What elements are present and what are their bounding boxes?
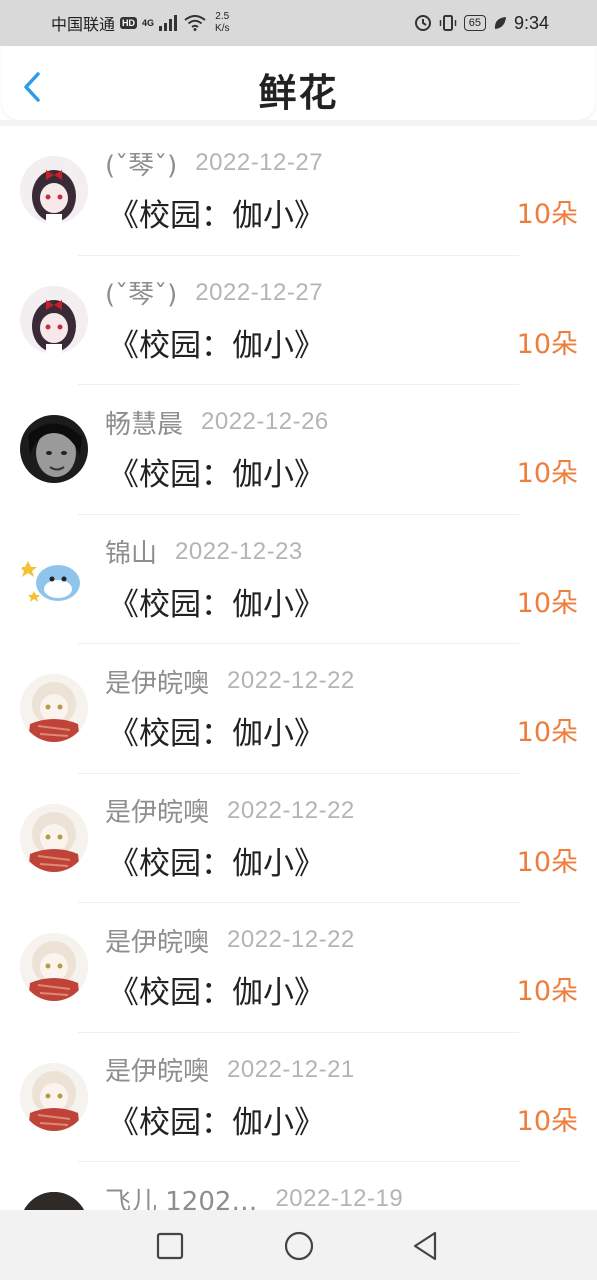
work-title[interactable]: 《校园：伽小》 [108,708,325,753]
work-title[interactable]: 《校园：伽小》 [108,1097,325,1142]
circle-icon [284,1231,314,1261]
wifi-icon [184,15,206,31]
record-meta: 畅慧晨 2022-12-26 [105,404,329,441]
record-meta: (ˇ琴ˇ) 2022-12-27 [105,145,324,182]
avatar[interactable] [20,933,88,1001]
sender-name[interactable]: 是伊皖噢 [105,1051,209,1088]
speed-unit: K/s [215,23,230,34]
flower-count: 10朵 [516,717,578,748]
avatar-image [20,1192,88,1210]
list-item[interactable]: (ˇ琴ˇ) 2022-12-27 《校园：伽小》 10朵 [0,126,597,256]
list-item[interactable]: 锦山 2022-12-23 《校园：伽小》 10朵 [0,515,597,644]
sender-name[interactable]: (ˇ琴ˇ) [105,274,177,311]
work-title[interactable]: 《校园：伽小》 [108,967,325,1012]
carrier-label: 中国联通 [51,15,116,34]
avatar[interactable] [20,674,88,742]
avatar[interactable] [20,156,88,224]
network-speed: 2.5 K/s [215,11,229,35]
avatar[interactable] [20,285,88,354]
avatar-image [20,803,88,872]
record-meta: (ˇ琴ˇ) 2022-12-27 [105,274,324,311]
home-button[interactable] [283,1230,315,1262]
list-item[interactable]: 畅慧晨 2022-12-26 《校园：伽小》 10朵 [0,385,597,515]
status-right: 65 9:34 [414,0,549,46]
record-date: 2022-12-27 [195,278,324,306]
status-left: 中国联通 HD 4G 2.5 K/s [51,0,229,46]
sender-name[interactable]: (ˇ琴ˇ) [105,145,177,182]
flower-count: 10朵 [516,587,578,619]
recent-apps-button[interactable] [154,1230,186,1262]
record-meta: 是伊皖噢 2022-12-22 [105,792,355,829]
record-date: 2022-12-22 [227,796,355,824]
sender-name[interactable]: 畅慧晨 [105,404,183,441]
avatar-image [20,285,88,354]
avatar[interactable] [20,1192,88,1210]
list-item[interactable]: 飞儿 1202…2022-12-19《校园：伽小》10朵 [0,1162,597,1210]
signal-icon [159,15,178,31]
vibrate-icon [439,15,456,31]
system-back-button[interactable] [410,1230,442,1262]
triangle-back-icon [413,1231,437,1261]
list-item[interactable]: 是伊皖噢 2022-12-22 《校园：伽小》 10朵 [0,644,597,774]
sender-name[interactable]: 是伊皖噢 [105,922,209,959]
flower-count: 10朵 [516,976,578,1007]
leaf-icon [494,17,506,29]
avatar-image [20,415,88,483]
record-meta: 是伊皖噢 2022-12-22 [105,922,355,959]
flower-count: 10朵 [516,1105,578,1137]
flower-record-list: (ˇ琴ˇ) 2022-12-27 《校园：伽小》 10朵 (ˇ琴ˇ) 2022-12-27… [0,126,597,1210]
avatar-image [20,1062,88,1131]
sender-name[interactable]: 飞儿 1202… [105,1181,257,1211]
record-meta: 是伊皖噢 2022-12-22 [105,663,355,700]
record-date: 2022-12-26 [201,408,329,435]
work-title[interactable]: 《校园：伽小》 [108,449,325,494]
sender-name[interactable]: 是伊皖噢 [105,792,209,829]
work-title[interactable]: 《校园：伽小》 [108,838,325,883]
record-date: 2022-12-22 [227,926,355,953]
work-title[interactable]: 《校园：伽小》 [108,579,325,624]
alarm-icon [414,15,431,31]
status-bar: 中国联通 HD 4G 2.5 K/s 65 9:34 [0,0,597,46]
avatar[interactable] [20,544,88,613]
avatar[interactable] [20,803,88,872]
flower-count: 10朵 [516,199,578,230]
work-title[interactable]: 《校园：伽小》 [108,320,325,365]
flower-count: 10朵 [516,328,578,360]
square-icon [156,1232,184,1260]
list-item[interactable]: (ˇ琴ˇ) 2022-12-27 《校园：伽小》 10朵 [0,256,597,385]
record-date: 2022-12-19 [275,1185,404,1210]
record-meta: 是伊皖噢 2022-12-21 [105,1051,355,1088]
avatar-image [20,544,88,613]
record-meta: 飞儿 1202… 2022-12-19 [105,1182,403,1210]
page-title: 鲜花 [258,71,339,115]
network-type: 4G [142,18,155,28]
list-item[interactable]: 是伊皖噢 2022-12-22 《校园：伽小》 10朵 [0,903,597,1033]
work-title[interactable]: 《校园：伽小》 [108,190,325,235]
app-header: 鲜花 [2,46,595,120]
hd-badge: HD [120,17,138,29]
speed-value: 2.5 [215,11,230,22]
flower-count: 10朵 [516,846,578,878]
avatar-image [20,933,88,1001]
list-item[interactable]: 是伊皖噢 2022-12-22 《校园：伽小》 10朵 [0,774,597,903]
record-date: 2022-12-21 [227,1055,355,1083]
avatar-image [20,156,88,224]
sender-name[interactable]: 是伊皖噢 [105,663,209,700]
avatar[interactable] [20,415,88,483]
battery-level: 65 [463,15,486,31]
flower-count: 10朵 [516,458,578,489]
record-date: 2022-12-27 [195,149,324,176]
list-item[interactable]: 是伊皖噢 2022-12-21 《校园：伽小》 10朵 [0,1033,597,1162]
record-meta: 锦山 2022-12-23 [105,533,303,570]
avatar-image [20,674,88,742]
system-nav-bar [0,1210,597,1280]
avatar[interactable] [20,1062,88,1131]
record-date: 2022-12-23 [175,537,303,565]
record-date: 2022-12-22 [227,667,355,694]
clock: 9:34 [513,12,549,33]
sender-name[interactable]: 锦山 [105,533,157,570]
